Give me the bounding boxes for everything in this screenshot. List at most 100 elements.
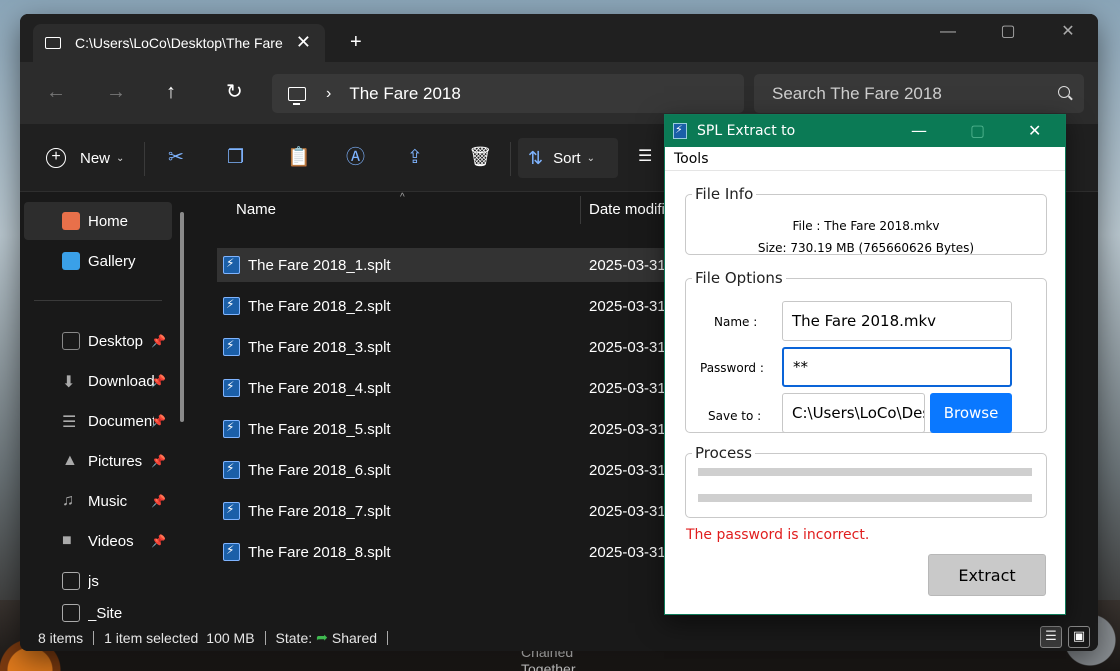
plus-icon: + xyxy=(46,148,66,168)
splt-file-icon xyxy=(223,256,240,274)
sidebar-item-downloads[interactable]: ⬇ Downloads 📌 xyxy=(24,362,172,400)
folder-icon xyxy=(62,604,80,622)
file-name: The Fare 2018_6.splt xyxy=(248,461,391,479)
file-date: 2025-03-31 xyxy=(589,502,666,520)
forward-icon[interactable]: → xyxy=(106,82,126,102)
file-name: The Fare 2018_2.splt xyxy=(248,297,391,315)
sidebar-item-label: Downloads xyxy=(88,372,154,390)
copy-icon[interactable]: ❐ xyxy=(227,148,244,168)
new-button[interactable]: + New ⌄ xyxy=(46,148,124,168)
output-name-field[interactable]: The Fare 2018.mkv xyxy=(782,301,1012,341)
process-group: Process xyxy=(685,444,1047,518)
dialog-title: SPL Extract to xyxy=(697,123,796,139)
sidebar-item-label: Documents xyxy=(88,412,154,430)
view-icon[interactable]: ☰ xyxy=(638,149,658,165)
tiles-view-icon[interactable]: ▣ xyxy=(1068,626,1090,648)
sidebar-item-label: Videos xyxy=(88,532,134,550)
cut-icon[interactable]: ✂ xyxy=(168,148,184,168)
sidebar-item-pictures[interactable]: ▲ Pictures 📌 xyxy=(24,442,172,480)
column-header-name[interactable]: Name xyxy=(236,192,276,226)
file-date: 2025-03-31 xyxy=(589,420,666,438)
status-divider xyxy=(264,630,266,645)
sidebar-item-label: Desktop xyxy=(88,332,144,350)
file-name: The Fare 2018_1.splt xyxy=(248,256,391,274)
dialog-title-bar: SPL Extract to — ▢ ✕ xyxy=(665,115,1065,147)
new-tab-icon[interactable]: + xyxy=(350,32,362,52)
extract-button[interactable]: Extract xyxy=(928,554,1046,596)
sidebar-item-js[interactable]: js xyxy=(24,562,172,600)
search-icon[interactable] xyxy=(1058,86,1070,98)
refresh-icon[interactable]: ↻ xyxy=(226,82,243,102)
tab-current-folder[interactable]: C:\Users\LoCo\Desktop\The Fare 2018 ✕ xyxy=(33,24,325,62)
selection-size: 100 MB xyxy=(206,629,255,646)
pin-icon[interactable]: 📌 xyxy=(151,494,166,508)
chevron-right-icon[interactable]: › xyxy=(326,85,331,103)
up-icon[interactable]: ↑ xyxy=(166,82,176,102)
pin-icon[interactable]: 📌 xyxy=(151,374,166,388)
splt-file-icon xyxy=(223,502,240,520)
splt-file-icon xyxy=(223,461,240,479)
splt-file-icon xyxy=(223,297,240,315)
password-field[interactable]: ** xyxy=(782,347,1012,387)
file-options-legend: File Options xyxy=(695,269,783,287)
maximize-icon[interactable]: ▢ xyxy=(1000,24,1016,40)
sidebar-item-documents[interactable]: ☰ Documents 📌 xyxy=(24,402,172,440)
sort-icon: ⇅ xyxy=(528,147,544,168)
column-divider[interactable] xyxy=(580,196,581,224)
sidebar-scrollbar[interactable] xyxy=(180,212,184,422)
file-date: 2025-03-31 xyxy=(589,543,666,561)
menu-tools[interactable]: Tools xyxy=(674,151,709,167)
splt-file-icon xyxy=(223,379,240,397)
sidebar-item-label: Music xyxy=(88,492,128,510)
error-message: The password is incorrect. xyxy=(686,527,870,543)
maximize-icon[interactable]: ▢ xyxy=(970,123,985,139)
paste-icon[interactable]: 📋 xyxy=(287,148,311,168)
sidebar-item-home[interactable]: Home xyxy=(24,202,172,240)
rename-icon[interactable]: Ⓐ xyxy=(346,148,365,168)
delete-icon[interactable]: 🗑 xyxy=(468,148,492,168)
sidebar-item-videos[interactable]: ■ Videos 📌 xyxy=(24,522,172,560)
pin-icon[interactable]: 📌 xyxy=(151,334,166,348)
share-icon[interactable]: ⇪ xyxy=(407,148,423,168)
file-date: 2025-03-31 xyxy=(589,297,666,315)
browse-button[interactable]: Browse xyxy=(930,393,1012,433)
address-bar[interactable]: › The Fare 2018 xyxy=(272,74,744,113)
chevron-down-icon: ⌄ xyxy=(586,152,595,164)
sort-button[interactable]: ⇅ Sort ⌄ xyxy=(518,138,618,178)
sidebar-item-label: js xyxy=(88,572,99,590)
breadcrumb-current[interactable]: The Fare 2018 xyxy=(349,84,461,104)
title-bar: C:\Users\LoCo\Desktop\The Fare 2018 ✕ + … xyxy=(20,14,1098,62)
column-header-date[interactable]: Date modified xyxy=(589,192,669,226)
state-label: State: xyxy=(275,629,313,646)
search-input[interactable]: Search The Fare 2018 xyxy=(754,74,1084,113)
download-icon: ⬇ xyxy=(62,374,76,391)
sidebar-divider xyxy=(34,300,162,301)
details-view-icon[interactable]: ☰ xyxy=(1040,626,1062,648)
file-date: 2025-03-31 xyxy=(589,256,666,274)
item-count: 8 items xyxy=(38,629,84,646)
spl-extract-dialog: SPL Extract to — ▢ ✕ Tools File Info Fil… xyxy=(664,114,1066,615)
sidebar-item-site[interactable]: _Site xyxy=(24,602,172,624)
close-dialog-icon[interactable]: ✕ xyxy=(1028,123,1041,139)
save-path-field[interactable]: C:\Users\LoCo\Desktop\The Fare 2018 xyxy=(782,393,925,433)
selection-count: 1 item selected xyxy=(104,629,199,646)
status-bar: 8 items 1 item selected 100 MB State: ➦ … xyxy=(20,624,1098,651)
file-size-info: Size: 730.19 MB (765660626 Bytes) xyxy=(757,241,975,255)
back-icon[interactable]: ← xyxy=(46,82,66,102)
pin-icon[interactable]: 📌 xyxy=(151,414,166,428)
file-options-group: File Options Name : The Fare 2018.mkv Pa… xyxy=(685,269,1047,433)
minimize-icon[interactable]: — xyxy=(940,24,956,40)
close-window-icon[interactable]: ✕ xyxy=(1060,24,1076,40)
sort-label: Sort xyxy=(553,149,581,167)
close-tab-icon[interactable]: ✕ xyxy=(296,32,311,53)
sidebar-item-desktop[interactable]: Desktop 📌 xyxy=(24,322,172,360)
pin-icon[interactable]: 📌 xyxy=(151,454,166,468)
sort-ascending-icon: ^ xyxy=(400,192,405,203)
sidebar-item-gallery[interactable]: Gallery xyxy=(24,242,172,280)
minimize-icon[interactable]: — xyxy=(911,123,927,139)
pin-icon[interactable]: 📌 xyxy=(151,534,166,548)
file-name: The Fare 2018_3.splt xyxy=(248,338,391,356)
toolbar-divider xyxy=(144,142,145,176)
this-pc-icon[interactable] xyxy=(288,86,306,105)
sidebar-item-music[interactable]: ♫ Music 📌 xyxy=(24,482,172,520)
